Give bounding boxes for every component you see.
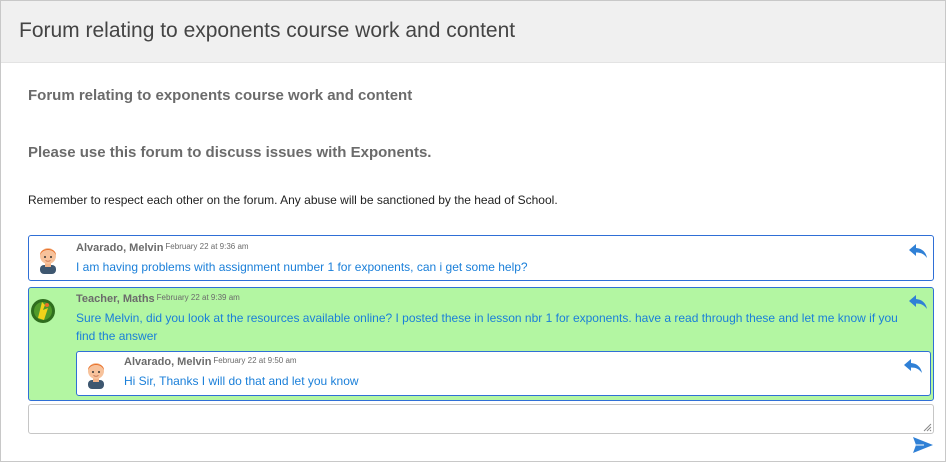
send-icon[interactable] <box>912 436 934 454</box>
post-author: Alvarado, Melvin February 22 at 9:50 am <box>124 356 297 368</box>
forum-header: Forum relating to exponents course work … <box>1 1 945 63</box>
forum-notice: Remember to respect each other on the fo… <box>28 193 558 207</box>
post-author: Alvarado, Melvin February 22 at 9:36 am <box>76 242 249 254</box>
post-timestamp: February 22 at 9:39 am <box>156 293 240 302</box>
reply-input[interactable] <box>28 404 934 434</box>
forum-reply: Alvarado, Melvin February 22 at 9:50 am H… <box>76 351 931 396</box>
post-timestamp: February 22 at 9:50 am <box>213 356 297 365</box>
author-name: Alvarado, Melvin <box>124 356 212 368</box>
student-avatar-icon <box>35 244 61 274</box>
student-avatar-icon <box>83 359 109 389</box>
post-message: Hi Sir, Thanks I will do that and let yo… <box>124 374 359 388</box>
reply-icon[interactable] <box>903 358 923 374</box>
post-timestamp: February 22 at 9:36 am <box>165 242 249 251</box>
forum-post: Teacher, Maths February 22 at 9:39 am Sur… <box>28 287 934 401</box>
reply-icon[interactable] <box>908 294 928 310</box>
forum-heading: Please use this forum to discuss issues … <box>28 144 432 161</box>
author-name: Teacher, Maths <box>76 293 155 305</box>
post-author: Teacher, Maths February 22 at 9:39 am <box>76 293 240 305</box>
resize-handle-icon[interactable] <box>922 422 932 432</box>
forum-subtitle: Forum relating to exponents course work … <box>28 87 413 104</box>
post-message: Sure Melvin, did you look at the resourc… <box>76 311 898 343</box>
post-message: I am having problems with assignment num… <box>76 260 528 274</box>
reply-icon[interactable] <box>908 243 928 259</box>
forum-post: Alvarado, Melvin February 22 at 9:36 am I… <box>28 235 934 281</box>
teacher-avatar-icon <box>30 296 56 326</box>
forum-panel: Forum relating to exponents course work … <box>0 0 946 462</box>
page-title: Forum relating to exponents course work … <box>19 19 516 42</box>
author-name: Alvarado, Melvin <box>76 242 164 254</box>
